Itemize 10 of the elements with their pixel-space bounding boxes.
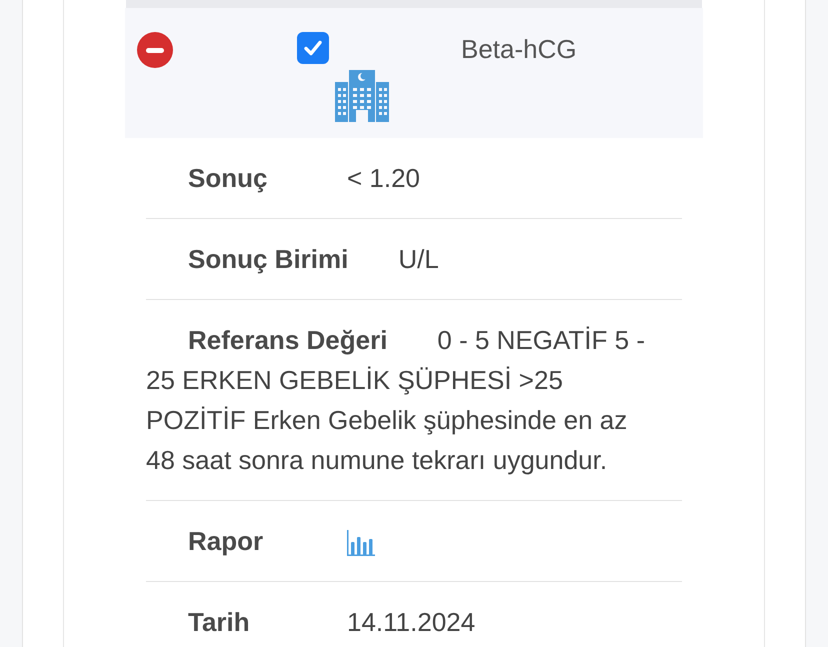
test-title: Beta-hCG	[461, 33, 577, 66]
checkbox[interactable]	[297, 32, 329, 64]
field-label: Rapor	[188, 525, 264, 558]
field-text: Referans Değeri 0 - 5 NEGATİF 5 - 25 ERKEN GEBELİK ŞÜPHESİ >25 POZİTİF Erken Gebelik şüphesinde en az 48 saat sonra numune tekrarı uygundur.	[146, 324, 646, 477]
remove-icon[interactable]	[137, 32, 173, 68]
field-text: Tarih 14.11.2024	[187, 606, 476, 639]
field-text: Sonuç < 1.20	[187, 162, 422, 195]
hospital-icon	[335, 70, 389, 122]
field-text: Sonuç Birimi U/L	[187, 243, 440, 276]
bar-chart-icon[interactable]	[347, 530, 375, 556]
